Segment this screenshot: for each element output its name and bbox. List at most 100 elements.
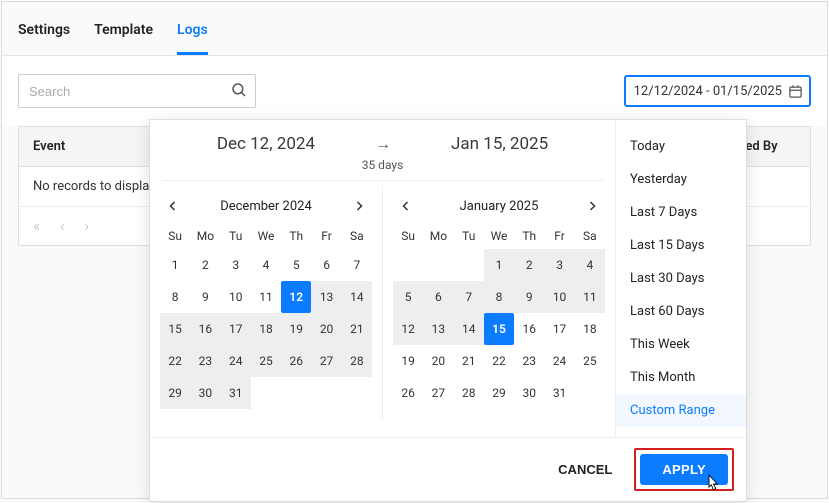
preset-option[interactable]: Today — [616, 130, 746, 163]
calendar-day[interactable]: 19 — [393, 345, 423, 377]
dow-label: Su — [393, 225, 423, 249]
dow-label: Mo — [423, 225, 453, 249]
preset-option[interactable]: Yesterday — [616, 163, 746, 196]
calendar-day[interactable]: 15 — [160, 313, 190, 345]
pager-prev[interactable]: ‹ — [60, 217, 65, 235]
preset-option[interactable]: Last 60 Days — [616, 295, 746, 328]
calendar-day[interactable]: 9 — [190, 281, 220, 313]
calendar-day[interactable]: 14 — [454, 313, 484, 345]
calendar-day[interactable]: 16 — [514, 313, 544, 345]
calendar-day[interactable]: 23 — [514, 345, 544, 377]
calendar-day[interactable]: 26 — [281, 345, 311, 377]
calendar-day[interactable]: 3 — [221, 249, 251, 281]
calendar-day[interactable]: 6 — [423, 281, 453, 313]
calendar-day[interactable]: 29 — [160, 377, 190, 409]
preset-option[interactable]: This Week — [616, 328, 746, 361]
calendar-day[interactable]: 12 — [393, 313, 423, 345]
dow-label: Fr — [544, 225, 574, 249]
calendar-day[interactable]: 24 — [544, 345, 574, 377]
calendar-day[interactable]: 30 — [514, 377, 544, 409]
calendar-day[interactable]: 18 — [575, 313, 605, 345]
next-month-left-button[interactable] — [348, 195, 370, 217]
calendar-day[interactable]: 5 — [393, 281, 423, 313]
tab-template[interactable]: Template — [94, 22, 153, 55]
calendar-day[interactable]: 22 — [160, 345, 190, 377]
cancel-button[interactable]: CANCEL — [550, 456, 620, 483]
calendar-day[interactable]: 21 — [454, 345, 484, 377]
calendar-day[interactable]: 7 — [342, 249, 372, 281]
prev-month-right-button[interactable] — [395, 195, 417, 217]
calendar-day[interactable]: 15 — [484, 313, 514, 345]
calendar-day[interactable]: 10 — [221, 281, 251, 313]
calendar-day[interactable]: 5 — [281, 249, 311, 281]
calendar-day[interactable]: 13 — [423, 313, 453, 345]
search-input[interactable] — [18, 74, 256, 108]
calendar-day[interactable]: 2 — [190, 249, 220, 281]
calendar-day[interactable]: 6 — [311, 249, 341, 281]
preset-option[interactable]: Last 30 Days — [616, 262, 746, 295]
calendar-day[interactable]: 12 — [281, 281, 311, 313]
range-end-label: Jan 15, 2025 — [451, 134, 548, 154]
calendar-day[interactable]: 25 — [251, 345, 281, 377]
calendar-day[interactable]: 1 — [160, 249, 190, 281]
calendar-day[interactable]: 28 — [454, 377, 484, 409]
calendar-day[interactable]: 23 — [190, 345, 220, 377]
preset-option[interactable]: Last 7 Days — [616, 196, 746, 229]
calendar-day[interactable]: 17 — [221, 313, 251, 345]
calendar-day[interactable]: 10 — [544, 281, 574, 313]
calendar-day[interactable]: 30 — [190, 377, 220, 409]
preset-option[interactable]: Last 15 Days — [616, 229, 746, 262]
calendar-day[interactable]: 26 — [393, 377, 423, 409]
dow-label: Sa — [342, 225, 372, 249]
apply-button[interactable]: APPLY — [640, 454, 728, 485]
calendar-day[interactable]: 11 — [251, 281, 281, 313]
calendar-day[interactable]: 27 — [311, 345, 341, 377]
preset-option[interactable]: Custom Range — [616, 394, 746, 427]
calendar-day[interactable]: 4 — [575, 249, 605, 281]
pager-first[interactable]: « — [33, 217, 40, 235]
dow-label: Fr — [311, 225, 341, 249]
calendar-day[interactable]: 31 — [221, 377, 251, 409]
calendar-day[interactable]: 8 — [160, 281, 190, 313]
calendar-day[interactable]: 24 — [221, 345, 251, 377]
calendar-day[interactable]: 22 — [484, 345, 514, 377]
next-month-button[interactable] — [581, 195, 603, 217]
tab-settings[interactable]: Settings — [18, 22, 70, 55]
range-start-label: Dec 12, 2024 — [217, 134, 315, 154]
month-left: December 2024 SuMoTuWeThFrSa 12345678910… — [150, 185, 382, 419]
pager-next[interactable]: › — [85, 217, 90, 235]
calendar-day[interactable]: 20 — [423, 345, 453, 377]
calendar-day[interactable]: 21 — [342, 313, 372, 345]
calendar-day[interactable]: 19 — [281, 313, 311, 345]
calendar-day[interactable]: 20 — [311, 313, 341, 345]
preset-option[interactable]: This Month — [616, 361, 746, 394]
calendar-day[interactable]: 8 — [484, 281, 514, 313]
calendar-day[interactable]: 29 — [484, 377, 514, 409]
calendar-day[interactable]: 9 — [514, 281, 544, 313]
calendar-day[interactable]: 28 — [342, 345, 372, 377]
calendar-day[interactable]: 13 — [311, 281, 341, 313]
dow-label: Sa — [575, 225, 605, 249]
calendar-day[interactable]: 7 — [454, 281, 484, 313]
calendar-day[interactable]: 18 — [251, 313, 281, 345]
tab-logs[interactable]: Logs — [177, 22, 208, 55]
calendar-day[interactable]: 27 — [423, 377, 453, 409]
calendar-day[interactable]: 17 — [544, 313, 574, 345]
calendar-day[interactable]: 1 — [484, 249, 514, 281]
calendar-day[interactable]: 4 — [251, 249, 281, 281]
search-container — [18, 74, 256, 108]
search-icon[interactable] — [230, 81, 248, 99]
calendar-day[interactable]: 2 — [514, 249, 544, 281]
dow-label: Tu — [454, 225, 484, 249]
range-duration: 35 days — [162, 158, 603, 181]
prev-month-button[interactable] — [162, 195, 184, 217]
dow-label: We — [484, 225, 514, 249]
calendar-day[interactable]: 14 — [342, 281, 372, 313]
date-range-field[interactable]: 12/12/2024 - 01/15/2025 — [624, 75, 811, 107]
calendar-day[interactable]: 31 — [544, 377, 574, 409]
calendar-day[interactable]: 3 — [544, 249, 574, 281]
dow-label: Su — [160, 225, 190, 249]
calendar-day[interactable]: 11 — [575, 281, 605, 313]
calendar-day[interactable]: 25 — [575, 345, 605, 377]
calendar-day[interactable]: 16 — [190, 313, 220, 345]
